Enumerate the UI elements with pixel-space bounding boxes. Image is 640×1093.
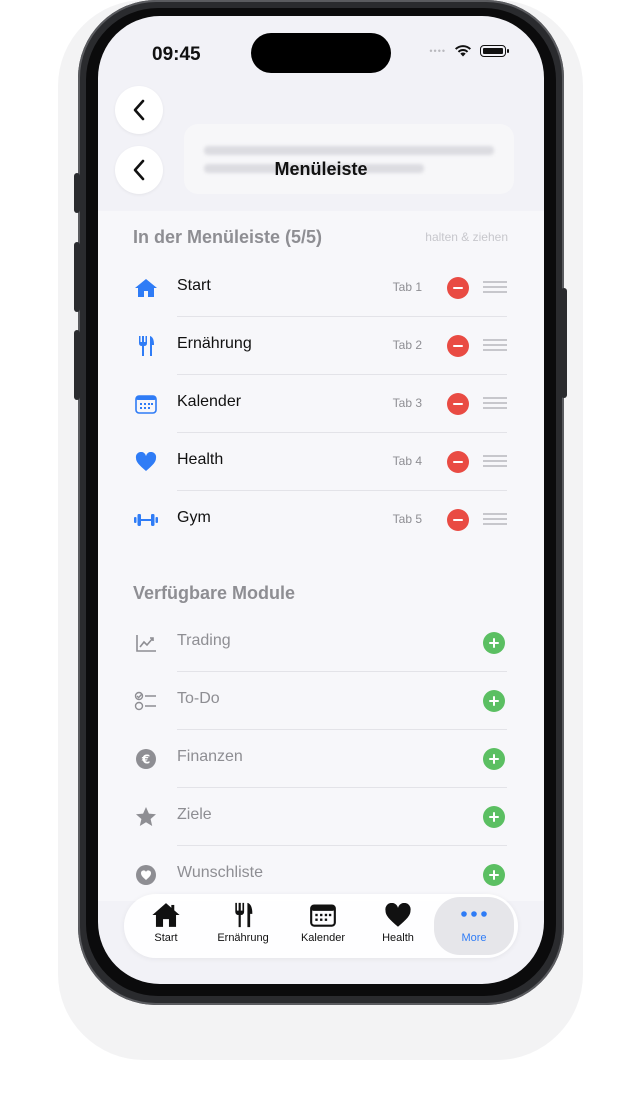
remove-button[interactable]	[447, 393, 469, 415]
menu-item-ernaehrung[interactable]: Ernährung Tab 2	[133, 317, 507, 375]
tab-label: Start	[154, 932, 178, 944]
available-section-title: Verfügbare Module	[133, 583, 296, 603]
back-button[interactable]	[115, 86, 163, 134]
add-button[interactable]	[483, 864, 505, 886]
fork-knife-icon	[133, 334, 159, 358]
chart-line-icon	[133, 631, 159, 655]
module-item-label: Finanzen	[177, 748, 243, 765]
menu-item-start[interactable]: Start Tab 1	[133, 259, 507, 317]
tab-start[interactable]: Start	[131, 900, 201, 952]
menu-item-kalender[interactable]: Kalender Tab 3	[133, 375, 507, 433]
power-button	[561, 288, 567, 398]
menu-item-health[interactable]: Health Tab 4	[133, 433, 507, 491]
tab-label: Kalender	[300, 932, 346, 944]
tab-number: Tab 4	[392, 454, 422, 468]
tab-ernaehrung[interactable]: Ernährung	[208, 900, 278, 952]
tab-kalender[interactable]: Kalender	[288, 900, 358, 952]
module-item-finanzen[interactable]: € Finanzen	[133, 730, 507, 788]
calendar-icon	[310, 904, 336, 927]
tab-number: Tab 5	[392, 512, 422, 526]
add-button[interactable]	[483, 748, 505, 770]
battery-icon	[480, 44, 509, 57]
action-button	[74, 173, 80, 213]
add-button[interactable]	[483, 632, 505, 654]
heart-icon	[133, 450, 159, 474]
heart-circle-icon	[133, 863, 159, 887]
menu-item-label: Ernährung	[177, 335, 252, 352]
module-item-label: Ziele	[177, 806, 212, 823]
status-icons: ••••	[429, 44, 509, 57]
calendar-icon	[133, 392, 159, 416]
add-button[interactable]	[483, 690, 505, 712]
dumbbell-icon	[133, 508, 159, 532]
tab-more[interactable]: More	[434, 897, 514, 955]
module-item-label: Wunschliste	[177, 864, 263, 881]
status-time: 09:45	[152, 44, 201, 65]
drag-handle-icon[interactable]	[483, 338, 507, 352]
tab-label: Health	[382, 932, 414, 944]
module-item-label: To-Do	[177, 690, 220, 707]
menu-item-label: Start	[177, 277, 211, 294]
tab-number: Tab 1	[392, 280, 422, 294]
tab-bar: Start Ernährung Kalender Health More	[124, 894, 518, 958]
house-icon	[133, 276, 159, 300]
svg-text:€: €	[141, 753, 150, 767]
checklist-icon	[133, 689, 159, 713]
remove-button[interactable]	[447, 277, 469, 299]
screen: 09:45 •••• Menüleiste In der Menüleiste …	[98, 16, 544, 984]
module-item-label: Trading	[177, 632, 231, 649]
menu-item-label: Gym	[177, 509, 211, 526]
tab-health[interactable]: Health	[363, 900, 433, 952]
drag-handle-icon[interactable]	[483, 280, 507, 294]
heart-icon	[385, 902, 411, 927]
volume-up-button	[74, 242, 80, 312]
ellipsis-icon	[461, 910, 487, 917]
menu-item-gym[interactable]: Gym Tab 5	[133, 491, 507, 549]
cellular-signal-icon: ••••	[429, 45, 446, 56]
tab-number: Tab 3	[392, 396, 422, 410]
euro-icon: €	[133, 747, 159, 771]
volume-down-button	[74, 330, 80, 400]
tab-label: Ernährung	[217, 932, 269, 944]
chevron-left-icon	[133, 99, 145, 121]
wifi-icon	[455, 45, 471, 57]
remove-button[interactable]	[447, 451, 469, 473]
menu-section-title: In der Menüleiste (5/5)	[133, 227, 323, 247]
menu-item-label: Kalender	[177, 393, 242, 410]
remove-button[interactable]	[447, 335, 469, 357]
dynamic-island	[251, 33, 391, 73]
module-item-todo[interactable]: To-Do	[133, 672, 507, 730]
remove-button[interactable]	[447, 509, 469, 531]
module-item-ziele[interactable]: Ziele	[133, 788, 507, 846]
menu-item-label: Health	[177, 451, 224, 468]
drag-handle-icon[interactable]	[483, 512, 507, 526]
fork-knife-icon	[235, 902, 253, 928]
star-icon	[133, 805, 159, 829]
tab-number: Tab 2	[392, 338, 422, 352]
drag-handle-icon[interactable]	[483, 454, 507, 468]
house-icon	[152, 903, 180, 927]
add-button[interactable]	[483, 806, 505, 828]
tab-label: More	[461, 932, 487, 944]
drag-hint: halten & ziehen	[425, 230, 508, 244]
drag-handle-icon[interactable]	[483, 396, 507, 410]
module-item-trading[interactable]: Trading	[133, 614, 507, 672]
page-title: Menüleiste	[274, 159, 368, 179]
